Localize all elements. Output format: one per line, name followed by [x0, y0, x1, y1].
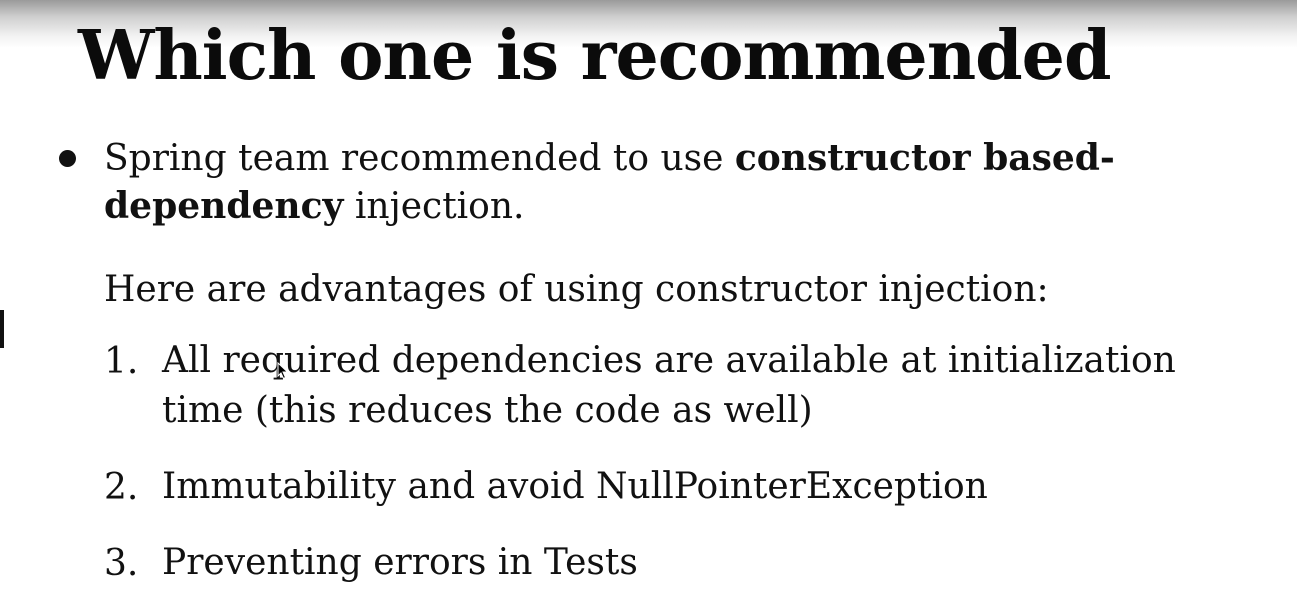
recommendation-text-end: injection. [343, 186, 525, 227]
recommendation-emphasis: constructor based- [734, 137, 1115, 179]
recommendation-text: Spring team recommended to use [104, 138, 735, 179]
advantage-number: 2. [104, 467, 139, 508]
advantage-text: Preventing errors in Tests [162, 542, 638, 583]
advantage-text: Immutability and avoid NullPointerExcept… [162, 466, 988, 507]
slide-title: Which one is recommended [78, 16, 1111, 96]
left-edge-marker [0, 310, 4, 348]
recommendation-line-2: dependency injection. [104, 182, 524, 231]
advantage-number: 1. [104, 341, 139, 382]
recommendation-emphasis-continued: dependency [104, 185, 344, 227]
advantage-number: 3. [104, 543, 139, 584]
advantage-text: All required dependencies are available … [162, 340, 1176, 431]
mouse-pointer-icon [277, 362, 289, 380]
bullet-dot-icon [59, 150, 76, 167]
recommendation-line-1: Spring team recommended to use construct… [104, 134, 1115, 183]
advantages-intro: Here are advantages of using constructor… [104, 269, 1049, 310]
